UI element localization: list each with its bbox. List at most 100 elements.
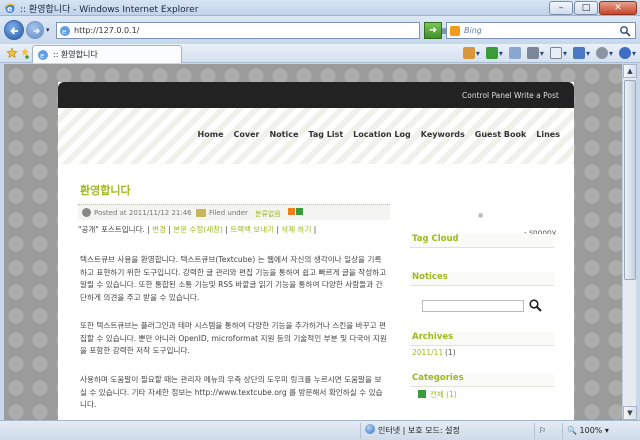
address-bar[interactable]: e http://127.0.0.1/ ▤ ↻ ✕: [56, 22, 474, 39]
scroll-thumb[interactable]: [624, 80, 636, 280]
svg-text:e: e: [7, 5, 13, 14]
home-button[interactable]: ▾: [462, 47, 480, 59]
visibility-text: "공개" 포스트입니다. |: [78, 225, 150, 234]
page-icon: [549, 47, 562, 59]
minimize-button[interactable]: –: [549, 1, 573, 15]
gear-icon: [595, 47, 608, 59]
back-arrow-icon: [10, 27, 18, 35]
separator: |: [313, 225, 317, 234]
forward-arrow-icon: [33, 27, 40, 35]
internet-explorer-icon: e: [4, 3, 16, 14]
scroll-up-arrow[interactable]: ▲: [623, 64, 637, 78]
search-icon[interactable]: [619, 25, 631, 37]
mail-icon: [508, 47, 521, 59]
trackback-icon[interactable]: [296, 208, 303, 215]
menu-cover[interactable]: Cover: [234, 130, 260, 139]
write-post-link[interactable]: Write a Post: [514, 91, 559, 100]
zoom-level: 100%: [579, 426, 603, 435]
posted-date: Posted at 2011/11/12 21:46: [94, 209, 192, 217]
separator: |: [276, 225, 279, 234]
post-paragraph: 또한 텍스트큐브는 플러그인과 테마 시스템을 통하여 다양한 기능을 추가하거…: [80, 321, 387, 355]
archive-count: (1): [445, 348, 456, 357]
categories-heading: Categories: [410, 373, 554, 387]
tab-welcome[interactable]: e :: 환영합니다: [32, 45, 182, 63]
send-trackback-link[interactable]: 트랙백 보내기: [230, 225, 274, 234]
svg-text:e: e: [40, 52, 44, 60]
search-placeholder: Bing: [464, 26, 482, 35]
zoom-control[interactable]: 🔍 100% ▾: [562, 423, 634, 439]
tab-label: :: 환영합니다: [53, 50, 98, 59]
protected-mode-icon[interactable]: ⚐: [534, 423, 558, 439]
rss-icon[interactable]: [418, 390, 426, 398]
bing-icon: [450, 26, 460, 36]
page-viewport: Control Panel Write a Post Home Cover No…: [4, 64, 622, 420]
print-button[interactable]: ▾: [526, 47, 544, 59]
help-button[interactable]: ▾: [618, 47, 636, 59]
vertical-scrollbar[interactable]: ▲ ▼: [622, 64, 637, 420]
main-menu: Home Cover Notice Tag List Location Log …: [198, 130, 560, 139]
add-favorite-icon[interactable]: [20, 47, 30, 59]
title-bar: e :: 환영합니다 - Windows Internet Explorer –…: [0, 0, 640, 16]
archive-link[interactable]: 2011/11: [412, 348, 443, 357]
menu-notice[interactable]: Notice: [269, 130, 298, 139]
forward-button[interactable]: [26, 21, 44, 39]
maximize-button[interactable]: □: [574, 1, 598, 15]
scroll-down-arrow[interactable]: ▼: [623, 406, 637, 420]
delete-link[interactable]: 삭제 하기: [281, 225, 311, 234]
menu-keywords[interactable]: Keywords: [421, 130, 465, 139]
search-box[interactable]: Bing: [446, 22, 636, 39]
menu-tag-list[interactable]: Tag List: [308, 130, 343, 139]
sidebar-search-input[interactable]: [422, 300, 524, 312]
close-button[interactable]: ✕: [599, 1, 637, 15]
rss-icon[interactable]: [288, 208, 295, 215]
tools-button[interactable]: ▾: [595, 47, 613, 59]
post-title[interactable]: 환영합니다: [80, 182, 131, 198]
menu-home[interactable]: Home: [198, 130, 224, 139]
safety-button[interactable]: ▾: [572, 47, 590, 59]
globe-icon: [365, 424, 375, 434]
menu-location-log[interactable]: Location Log: [353, 130, 411, 139]
page-button[interactable]: ▾: [549, 47, 567, 59]
archives-heading: Archives: [410, 332, 554, 346]
menu-lines[interactable]: Lines: [536, 130, 560, 139]
mail-button[interactable]: [508, 47, 521, 59]
back-button[interactable]: [4, 20, 24, 40]
category-all-link[interactable]: 전체 (1): [430, 389, 457, 400]
home-icon: [462, 47, 475, 59]
zone-text: 인터넷 | 보호 모드: 설정: [378, 426, 460, 435]
safety-icon: [572, 47, 585, 59]
edit-new-window-link[interactable]: 본문 수정(새창): [173, 225, 223, 234]
feeds-button[interactable]: ▾: [485, 47, 503, 59]
go-button[interactable]: ➜: [424, 22, 442, 39]
status-bar: 인터넷 | 보호 모드: 설정 ⚐ 🔍 100% ▾: [0, 420, 640, 440]
separator: |: [168, 225, 171, 234]
security-zone[interactable]: 인터넷 | 보호 모드: 설정: [360, 423, 530, 439]
post-meta: Posted at 2011/11/12 21:46 Filed under 분…: [78, 204, 390, 220]
window-title: :: 환영합니다 - Windows Internet Explorer: [20, 5, 199, 15]
control-panel-link[interactable]: Control Panel: [462, 91, 512, 100]
post-actions: "공개" 포스트입니다. | 변경 | 본문 수정(새창) | 트랙백 보내기 …: [78, 224, 316, 235]
recent-pages-dropdown[interactable]: ▾: [46, 26, 54, 34]
help-icon: [618, 47, 631, 59]
category-link[interactable]: 분류없음: [255, 209, 281, 219]
favorites-star-icon[interactable]: [6, 47, 18, 59]
url-text: http://127.0.0.1/: [74, 26, 140, 35]
search-icon[interactable]: [528, 298, 542, 312]
tag-cloud-heading: Tag Cloud: [410, 234, 554, 248]
print-icon: [526, 47, 539, 59]
zoom-icon: 🔍: [567, 426, 577, 435]
separator: |: [225, 225, 228, 234]
command-bar: ▾ ▾ ▾ ▾ ▾ ▾ ▾: [462, 47, 636, 59]
author-dot: ●: [478, 212, 484, 219]
edit-link[interactable]: 변경: [152, 225, 166, 234]
notices-heading: Notices: [410, 272, 554, 286]
tab-bar: e :: 환영합니다 ▾ ▾ ▾ ▾ ▾ ▾ ▾: [0, 44, 640, 63]
clock-icon: [82, 208, 91, 217]
page-favicon-icon: e: [60, 26, 70, 36]
filed-under-label: Filed under: [209, 209, 248, 217]
svg-text:e: e: [62, 28, 66, 36]
navigation-bar: ▾ e http://127.0.0.1/ ▤ ↻ ✕ ➜ Bing: [0, 16, 640, 44]
page-favicon-icon: e: [38, 50, 48, 60]
feeds-icon: [485, 47, 498, 59]
menu-guest-book[interactable]: Guest Book: [475, 130, 526, 139]
